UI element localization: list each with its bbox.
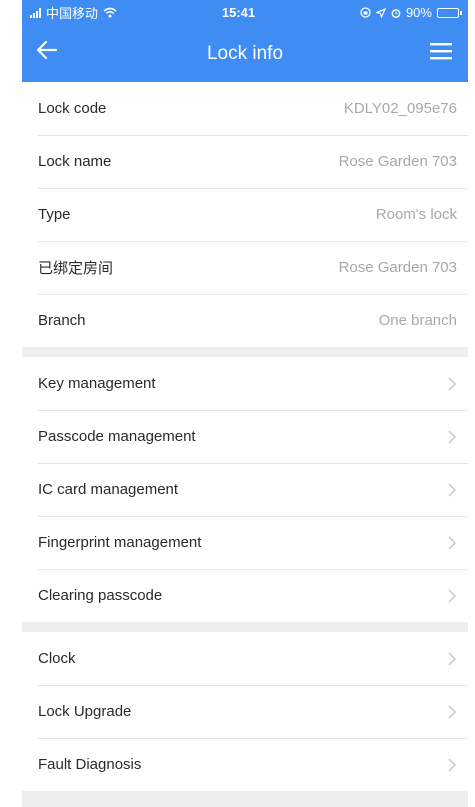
chevron-right-icon (448, 589, 456, 602)
row-label: Clearing passcode (38, 587, 163, 604)
info-row-branch[interactable]: Branch One branch (22, 294, 468, 347)
chevron-right-icon (448, 536, 456, 549)
row-label: Passcode management (38, 428, 196, 445)
hamburger-menu-icon (430, 43, 452, 60)
chevron-right-icon (448, 758, 456, 771)
menu-button[interactable] (430, 42, 452, 65)
page: 中国移动 15:41 90% Lock info Lock code KDLY0… (0, 0, 475, 807)
row-label: Type (38, 206, 71, 223)
row-value: Room's lock (375, 206, 457, 223)
row-value: One branch (378, 312, 457, 329)
battery-percent: 90% (405, 5, 432, 20)
arrow-left-icon (36, 40, 58, 60)
tools-group: Clock Lock Upgrade Fault Diagnosis (22, 632, 468, 791)
row-label: Lock code (38, 100, 107, 117)
row-label: Fault Diagnosis (38, 756, 142, 773)
status-left: 中国移动 (30, 3, 117, 22)
row-label: 已绑定房间 (38, 260, 114, 277)
carrier-label: 中国移动 (46, 6, 99, 21)
status-right: 90% (360, 5, 462, 20)
chevron-right-icon (448, 483, 456, 496)
menu-item-ic-card-management[interactable]: IC card management (22, 463, 468, 516)
alarm-icon (391, 8, 401, 18)
menu-item-fingerprint-management[interactable]: Fingerprint management (22, 516, 468, 569)
menu-item-fault-diagnosis[interactable]: Fault Diagnosis (22, 738, 468, 791)
info-row-lock-name[interactable]: Lock name Rose Garden 703 (22, 135, 468, 188)
location-icon (375, 7, 386, 18)
row-label: Branch (38, 312, 86, 329)
rotation-lock-icon (360, 7, 371, 18)
row-label: Lock Upgrade (38, 703, 132, 720)
signal-icon (30, 7, 41, 18)
chevron-right-icon (448, 377, 456, 390)
info-row-lock-code: Lock code KDLY02_095e76 (22, 82, 468, 135)
chevron-right-icon (448, 705, 456, 718)
chevron-right-icon (448, 652, 456, 665)
row-label: Lock name (38, 153, 112, 170)
row-value: Rose Garden 703 (338, 259, 457, 276)
section-divider (22, 622, 468, 632)
status-time: 15:41 (221, 5, 256, 20)
chevron-right-icon (448, 430, 456, 443)
menu-item-key-management[interactable]: Key management (22, 357, 468, 410)
row-label: Key management (38, 375, 156, 392)
row-label: Fingerprint management (38, 534, 202, 551)
info-row-bound-room[interactable]: 已绑定房间 Rose Garden 703 (22, 241, 468, 294)
menu-item-lock-upgrade[interactable]: Lock Upgrade (22, 685, 468, 738)
back-button[interactable] (36, 40, 58, 65)
row-label: Clock (38, 650, 76, 667)
menu-item-clock[interactable]: Clock (22, 632, 468, 685)
nav-bar: Lock info (22, 25, 468, 82)
row-value: KDLY02_095e76 (343, 100, 457, 117)
menu-item-passcode-management[interactable]: Passcode management (22, 410, 468, 463)
lock-info-group: Lock code KDLY02_095e76 Lock name Rose G… (22, 82, 468, 347)
battery-icon (436, 7, 462, 18)
row-value: Rose Garden 703 (338, 153, 457, 170)
row-label: IC card management (38, 481, 179, 498)
page-title: Lock info (206, 42, 284, 64)
menu-item-clearing-passcode[interactable]: Clearing passcode (22, 569, 468, 622)
wifi-icon (103, 7, 117, 18)
section-divider (22, 347, 468, 357)
management-group: Key management Passcode management IC ca… (22, 357, 468, 622)
status-bar: 中国移动 15:41 90% (22, 0, 468, 25)
info-row-type: Type Room's lock (22, 188, 468, 241)
phone-screen: 中国移动 15:41 90% Lock info Lock code KDLY0… (22, 0, 468, 807)
